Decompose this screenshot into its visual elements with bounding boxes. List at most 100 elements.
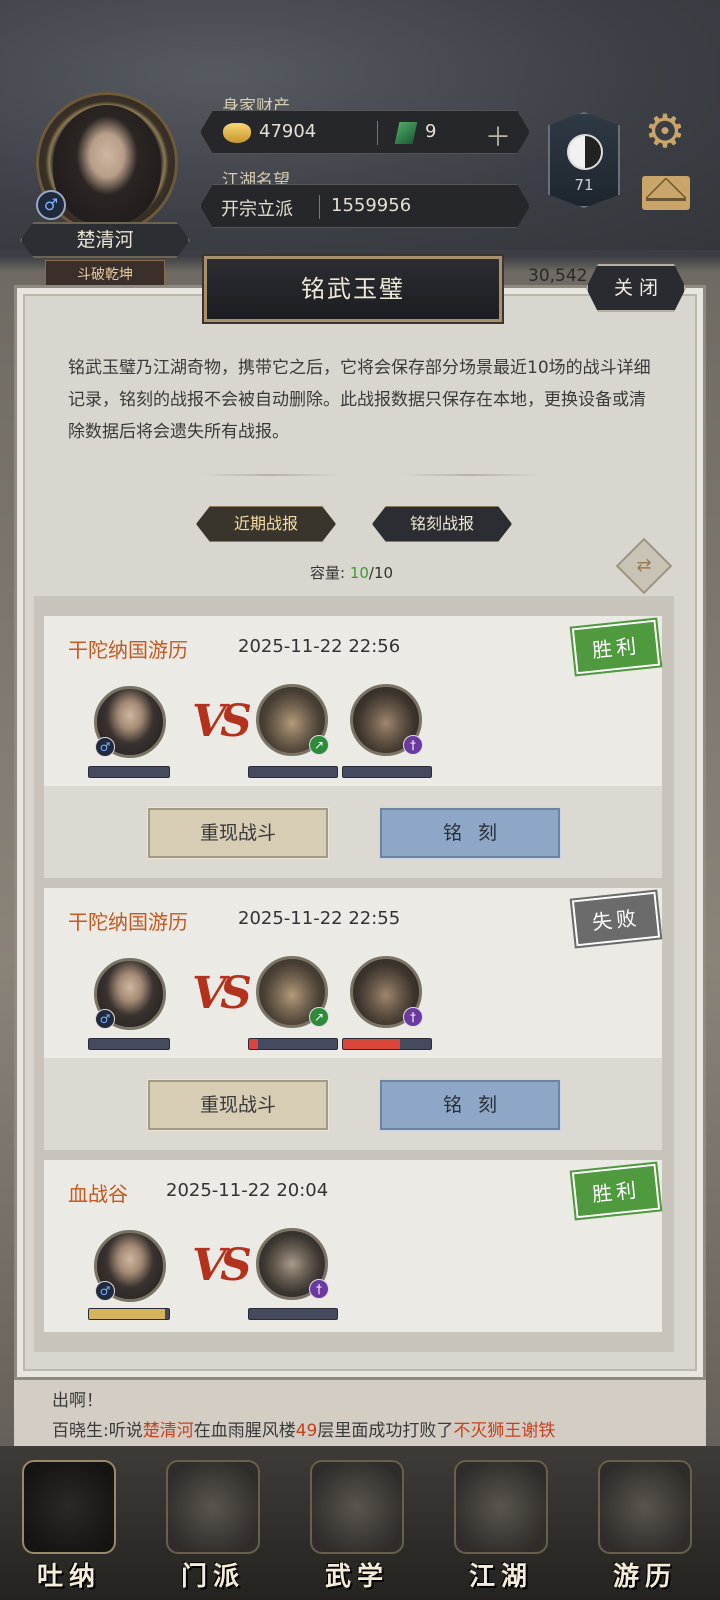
yinyang-icon bbox=[567, 134, 603, 170]
panel-description: 铭武玉璧乃江湖奇物，携带它之后，它将会保存部分场景最近10场的战斗详细记录，铭刻… bbox=[68, 358, 651, 442]
record-summary: 血战谷 2025-11-22 20:04 胜利 ♂ VS † bbox=[44, 1160, 663, 1332]
divider-ornament bbox=[200, 474, 340, 476]
victory-stamp: 胜利 bbox=[569, 617, 663, 677]
record-actions bbox=[44, 786, 662, 878]
male-gender-icon: ♂ bbox=[95, 1281, 115, 1301]
nav-label: 武学 bbox=[324, 1562, 389, 1592]
nav-jianghu[interactable]: 江湖 bbox=[436, 1460, 566, 1594]
martial-arts-book-icon bbox=[310, 1460, 404, 1554]
chat-floor: 49 bbox=[295, 1421, 318, 1441]
fame-rank: 开宗立派 bbox=[221, 199, 293, 220]
yinyang-level-button[interactable]: 71 bbox=[548, 112, 620, 208]
chat-text: 层里面成功打败了 bbox=[317, 1421, 454, 1441]
sect-icon bbox=[166, 1460, 260, 1554]
chat-message: 出啊！ bbox=[52, 1391, 103, 1411]
player-portrait bbox=[53, 105, 161, 225]
bottom-nav: 吐纳 门派 武学 江湖 游历 bbox=[0, 1446, 720, 1600]
battle-record-card: 干陀纳国游历 2025-11-22 22:55 失败 ♂ VS ↗ † 重现战斗… bbox=[44, 888, 663, 1150]
travel-horse-icon bbox=[598, 1460, 692, 1554]
nav-label: 游历 bbox=[612, 1562, 677, 1592]
chat-boss-name: 不灭狮王谢铁 bbox=[453, 1421, 556, 1441]
jade-icon bbox=[394, 122, 418, 144]
male-gender-icon: ♂ bbox=[95, 1009, 115, 1029]
vs-icon: VS bbox=[192, 696, 252, 747]
chat-text: 在血雨腥风楼 bbox=[193, 1421, 296, 1441]
fame-value: 1559956 bbox=[331, 195, 412, 216]
nav-sect[interactable]: 门派 bbox=[148, 1460, 278, 1594]
enemy-hp-bar bbox=[248, 766, 338, 778]
tab-engraved-reports[interactable]: 铭刻战报 bbox=[372, 506, 512, 542]
replay-battle-button[interactable]: 重现战斗 bbox=[147, 1079, 329, 1131]
enemy-portrait: ↗ bbox=[256, 684, 329, 756]
nav-label: 门派 bbox=[180, 1562, 245, 1592]
sword-skill-icon: ↗ bbox=[309, 1007, 329, 1027]
add-currency-button[interactable]: ＋ bbox=[485, 117, 511, 154]
dagger-skill-icon: † bbox=[309, 1279, 329, 1299]
record-actions bbox=[44, 1058, 662, 1150]
fame-row: 开宗立派 1559956 bbox=[200, 184, 530, 228]
nav-martial-arts[interactable]: 武学 bbox=[292, 1460, 422, 1594]
record-time: 2025-11-22 22:55 bbox=[238, 908, 401, 929]
record-time: 2025-11-22 22:56 bbox=[238, 636, 401, 657]
engrave-button[interactable]: 铭刻 bbox=[379, 1079, 561, 1131]
enemy-hp-bar bbox=[248, 1308, 338, 1320]
nav-travel[interactable]: 游历 bbox=[580, 1460, 710, 1594]
player-name: 楚清河 bbox=[20, 222, 190, 258]
player-hp-bar bbox=[88, 766, 170, 778]
top-header: ♂ 楚清河 身家财产 47904 9 ＋ 江湖名望 开宗立派 1559956 7… bbox=[0, 0, 720, 258]
divider bbox=[377, 121, 378, 145]
jianghu-hat-icon bbox=[454, 1460, 548, 1554]
record-location: 干陀纳国游历 bbox=[68, 910, 188, 934]
hp-fill bbox=[249, 1039, 258, 1049]
enemy-hp-bar bbox=[248, 1038, 338, 1050]
capacity-total: /10 bbox=[368, 564, 394, 582]
record-summary: 干陀纳国游历 2025-11-22 22:55 失败 ♂ VS ↗ † bbox=[44, 888, 663, 1058]
enemy-portrait: † bbox=[256, 1228, 329, 1300]
chat-player-name: 楚清河 bbox=[142, 1421, 194, 1441]
vs-icon: VS bbox=[192, 968, 252, 1019]
enemy-portrait: † bbox=[350, 956, 423, 1028]
world-chat[interactable]: 出啊！ 百晓生:听说楚清河在血雨腥风楼49层里面成功打败了不灭狮王谢铁 bbox=[14, 1380, 706, 1446]
battle-record-card: 干陀纳国游历 2025-11-22 22:56 胜利 ♂ VS ↗ † 重现战斗… bbox=[44, 616, 663, 878]
chat-speaker: 百晓生:听说 bbox=[52, 1421, 143, 1441]
record-summary: 干陀纳国游历 2025-11-22 22:56 胜利 ♂ VS ↗ † bbox=[44, 616, 663, 786]
sword-skill-icon: ↗ bbox=[309, 735, 329, 755]
enemy-portrait: ↗ bbox=[256, 956, 329, 1028]
nav-tuna[interactable]: 吐纳 bbox=[4, 1460, 134, 1594]
background-counter: 30,542 bbox=[528, 266, 588, 286]
record-location: 血战谷 bbox=[68, 1182, 128, 1206]
yinyang-level: 71 bbox=[574, 176, 594, 194]
capacity-indicator: 容量: 10/10 bbox=[310, 562, 393, 583]
dagger-skill-icon: † bbox=[403, 1007, 423, 1027]
meditation-icon bbox=[22, 1460, 116, 1554]
divider-ornament bbox=[400, 474, 540, 476]
capacity-used: 10 bbox=[349, 564, 369, 582]
gold-amount: 47904 bbox=[259, 121, 317, 142]
panel-title: 铭武玉璧 bbox=[202, 254, 504, 324]
tab-recent-reports[interactable]: 近期战报 bbox=[196, 506, 336, 542]
player-portrait: ♂ bbox=[94, 686, 166, 758]
divider bbox=[319, 195, 320, 219]
gear-icon[interactable]: ⚙ bbox=[640, 106, 690, 156]
engrave-button[interactable]: 铭刻 bbox=[379, 807, 561, 859]
replay-battle-button[interactable]: 重现战斗 bbox=[147, 807, 329, 859]
player-portrait: ♂ bbox=[94, 958, 166, 1030]
dagger-skill-icon: † bbox=[403, 735, 423, 755]
gold-ingot-icon bbox=[223, 123, 251, 143]
close-button[interactable]: 关 闭 bbox=[586, 264, 686, 312]
vs-icon: VS bbox=[192, 1240, 252, 1291]
defeat-stamp: 失败 bbox=[569, 889, 663, 949]
nav-label: 江湖 bbox=[468, 1562, 533, 1592]
enemy-portrait: † bbox=[350, 684, 423, 756]
jade-amount: 9 bbox=[425, 121, 437, 142]
capacity-label: 容量: bbox=[310, 564, 350, 582]
record-time: 2025-11-22 20:04 bbox=[166, 1180, 329, 1201]
nav-label: 吐纳 bbox=[36, 1562, 101, 1592]
battle-record-card: 血战谷 2025-11-22 20:04 胜利 ♂ VS † bbox=[44, 1160, 663, 1332]
victory-stamp: 胜利 bbox=[569, 1161, 663, 1221]
mail-icon[interactable] bbox=[642, 176, 690, 210]
hp-fill bbox=[343, 1039, 401, 1049]
enemy-hp-bar bbox=[342, 1038, 432, 1050]
record-location: 干陀纳国游历 bbox=[68, 638, 188, 662]
player-hp-bar bbox=[88, 1308, 170, 1320]
